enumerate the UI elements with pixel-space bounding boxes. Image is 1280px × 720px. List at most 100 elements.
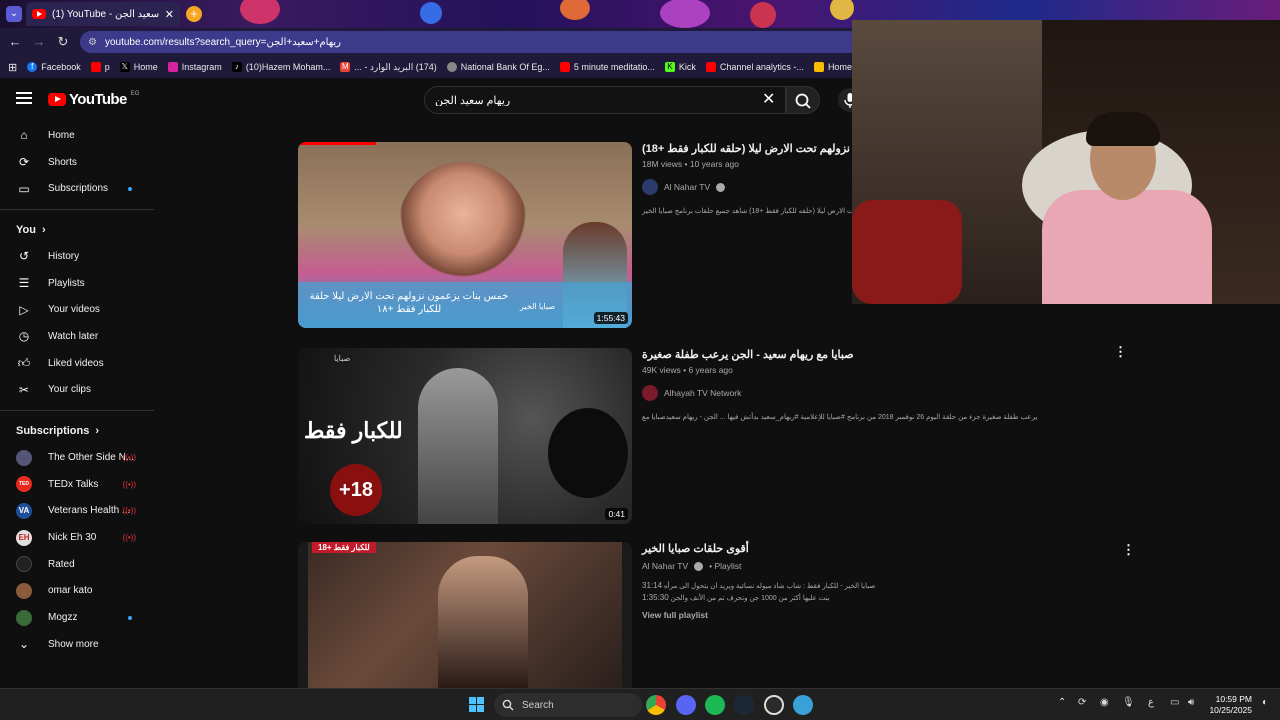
sidebar-show-more[interactable]: ⌄ Show more bbox=[0, 631, 154, 658]
like-icon: 👍︎ bbox=[17, 355, 31, 370]
taskbar-search[interactable]: Search bbox=[494, 693, 642, 717]
video-thumbnail[interactable]: صبايا للكبار فقط +18 0:41 bbox=[298, 348, 632, 524]
sidebar-item-your-videos[interactable]: ▷ Your videos bbox=[0, 296, 154, 323]
youtube-logo-icon bbox=[48, 93, 66, 106]
discord-tray-icon[interactable]: ◉ bbox=[1100, 697, 1109, 708]
sidebar-subscriptions-heading[interactable]: Subscriptions › bbox=[0, 418, 154, 444]
bookmark-p[interactable]: p bbox=[90, 62, 110, 72]
browser-globe-icon[interactable] bbox=[793, 695, 813, 715]
sidebar-sub-the-other-side[interactable]: The Other Side N... ((•)) bbox=[0, 444, 154, 471]
channel-link[interactable]: Alhayah TV Network bbox=[642, 385, 1280, 401]
system-clock[interactable]: 10:59 PM 10/25/2025 bbox=[1208, 694, 1252, 716]
search-input[interactable] bbox=[435, 94, 775, 106]
clock-time: 10:59 PM bbox=[1215, 694, 1252, 704]
volume-icon[interactable]: 🔊︎ bbox=[1188, 697, 1194, 708]
bookmark-home-x[interactable]: 𝕏 Home bbox=[119, 62, 158, 72]
steam-icon[interactable] bbox=[734, 695, 754, 715]
sidebar-sub-mogzz[interactable]: Mogzz bbox=[0, 604, 154, 631]
new-content-dot bbox=[128, 186, 132, 191]
bookmark-facebook[interactable]: f Facebook bbox=[27, 62, 81, 72]
tab-search-dropdown[interactable]: ⌄ bbox=[6, 6, 22, 22]
sidebar-item-label: Your clips bbox=[48, 384, 91, 396]
menu-icon[interactable] bbox=[16, 92, 32, 104]
new-tab-button[interactable]: + bbox=[186, 6, 202, 22]
channel-avatar[interactable] bbox=[642, 385, 658, 401]
forward-button[interactable]: → bbox=[30, 33, 48, 51]
sidebar-item-playlists[interactable]: ☰ Playlists bbox=[0, 270, 154, 297]
logo-text: YouTube bbox=[69, 91, 127, 108]
bookmark-label: 5 minute meditatio... bbox=[573, 62, 655, 72]
show-hidden-icons-icon[interactable]: ⌃ bbox=[1058, 697, 1066, 708]
sidebar-item-label: Nick Eh 30 bbox=[48, 532, 97, 544]
video-meta: 49K views • 6 years ago bbox=[642, 365, 733, 375]
sidebar-item-liked-videos[interactable]: 👍︎ Liked videos bbox=[0, 350, 154, 377]
input-language[interactable]: ع bbox=[1148, 697, 1154, 708]
sidebar-you-heading[interactable]: You › bbox=[0, 217, 154, 243]
bookmark-analytics[interactable]: Channel analytics -... bbox=[705, 62, 804, 72]
apps-grid-icon[interactable]: ⊞ bbox=[8, 61, 17, 74]
sidebar-item-home[interactable]: ⌂ Home bbox=[0, 122, 154, 149]
address-bar[interactable]: ⚙ youtube.com/results?search_query=ريهام… bbox=[80, 31, 860, 53]
channel-name[interactable]: Alhayah TV Network bbox=[664, 388, 741, 398]
avatar: VA bbox=[16, 502, 32, 519]
bookmark-label: Kick bbox=[678, 62, 696, 72]
webcam-person-hair bbox=[1086, 112, 1160, 146]
sidebar-sub-rated[interactable]: Rated bbox=[0, 551, 154, 578]
close-tab-icon[interactable]: ✕ bbox=[165, 8, 174, 21]
start-button[interactable] bbox=[469, 697, 485, 713]
sidebar-sub-veterans[interactable]: VA Veterans Health ... ((•)) bbox=[0, 498, 154, 525]
bookmark-nbe[interactable]: National Bank Of Eg... bbox=[446, 62, 550, 72]
obs-icon[interactable] bbox=[764, 695, 784, 715]
playlist-items: 31:14 صبايا الخير - للكبار فقط : شاب شاذ… bbox=[642, 581, 1280, 602]
microphone-icon[interactable]: 🎙︎ bbox=[1122, 697, 1135, 708]
chevron-down-icon: ⌄ bbox=[18, 637, 30, 652]
sync-icon[interactable]: ⟳ bbox=[1078, 697, 1086, 708]
site-settings-icon[interactable]: ⚙ bbox=[88, 37, 97, 48]
playlist-kind-label: Playlist bbox=[714, 561, 742, 571]
sidebar-item-history[interactable]: ↺ History bbox=[0, 243, 154, 270]
bookmark-gmail[interactable]: M (174) البريد الوارد - ... bbox=[340, 62, 437, 73]
channel-name[interactable]: Al Nahar TV bbox=[642, 561, 688, 571]
chrome-icon[interactable] bbox=[646, 695, 666, 715]
bookmark-meditation[interactable]: 5 minute meditatio... bbox=[559, 62, 655, 72]
playlist-thumbnail[interactable]: للكبار فقط +18 bbox=[298, 542, 632, 688]
discord-icon[interactable] bbox=[676, 695, 696, 715]
sidebar-item-your-clips[interactable]: ✂ Your clips bbox=[0, 377, 154, 404]
search-icon bbox=[795, 93, 811, 109]
clear-search-icon[interactable]: ✕ bbox=[762, 91, 775, 109]
more-actions-icon[interactable]: ⋮ bbox=[1114, 344, 1127, 360]
back-button[interactable]: ← bbox=[6, 33, 24, 51]
video-thumbnail[interactable]: خمس بنات يزعمون نزولهم تحت الارض ليلا حل… bbox=[298, 142, 632, 328]
search-button[interactable] bbox=[786, 86, 820, 114]
bookmark-kick[interactable]: K Kick bbox=[664, 62, 696, 72]
tiktok-icon: ♪ bbox=[231, 62, 242, 72]
view-full-playlist-link[interactable]: View full playlist bbox=[642, 610, 1280, 620]
reload-button[interactable]: ↻ bbox=[54, 33, 72, 51]
sidebar-sub-tedx[interactable]: TED TEDx Talks ((•)) bbox=[0, 471, 154, 498]
browser-tab-youtube[interactable]: (1) YouTube - ريهام سعيد الجن ✕ bbox=[26, 2, 180, 26]
channel-avatar[interactable] bbox=[642, 179, 658, 195]
video-title[interactable]: صبايا مع ريهام سعيد - الجن يرعب طفلة صغي… bbox=[642, 348, 1280, 361]
sidebar-sub-nick[interactable]: EH Nick Eh 30 ((•)) bbox=[0, 524, 154, 551]
more-actions-icon[interactable]: ⋮ bbox=[1122, 542, 1135, 558]
sidebar-item-subscriptions[interactable]: ▭ Subscriptions bbox=[0, 175, 154, 202]
network-icon[interactable]: ▭ bbox=[1170, 697, 1179, 708]
sidebar-item-shorts[interactable]: ⟳ Shorts bbox=[0, 149, 154, 176]
sidebar-sub-omar[interactable]: omar kato bbox=[0, 578, 154, 605]
avatar: TED bbox=[16, 476, 32, 493]
bookmark-tiktok[interactable]: ♪ (10)Hazem Moham... bbox=[231, 62, 330, 72]
playlist-item[interactable]: 1:35:30 بنت عليها أكثر من 1000 جن وتحرف … bbox=[642, 593, 1280, 602]
url-text[interactable]: youtube.com/results?search_query=ريهام+س… bbox=[105, 37, 341, 48]
search-box[interactable] bbox=[424, 86, 786, 114]
notifications-icon[interactable]: ◐ bbox=[1262, 697, 1268, 708]
youtube-logo[interactable]: YouTube EG bbox=[48, 91, 139, 108]
playlist-title[interactable]: أقوى حلقات صبايا الخير bbox=[642, 542, 1280, 555]
sidebar-item-watch-later[interactable]: ◷ Watch later bbox=[0, 323, 154, 350]
bookmark-instagram[interactable]: Instagram bbox=[167, 62, 222, 72]
channel-link[interactable]: Al Nahar TV • Playlist bbox=[642, 561, 1280, 571]
bookmark-label: Home bbox=[133, 62, 158, 72]
spotify-icon[interactable] bbox=[705, 695, 725, 715]
channel-name[interactable]: Al Nahar TV bbox=[664, 182, 710, 192]
playlist-item[interactable]: 31:14 صبايا الخير - للكبار فقط : شاب شاذ… bbox=[642, 581, 1280, 590]
video-duration: 0:41 bbox=[605, 508, 628, 520]
